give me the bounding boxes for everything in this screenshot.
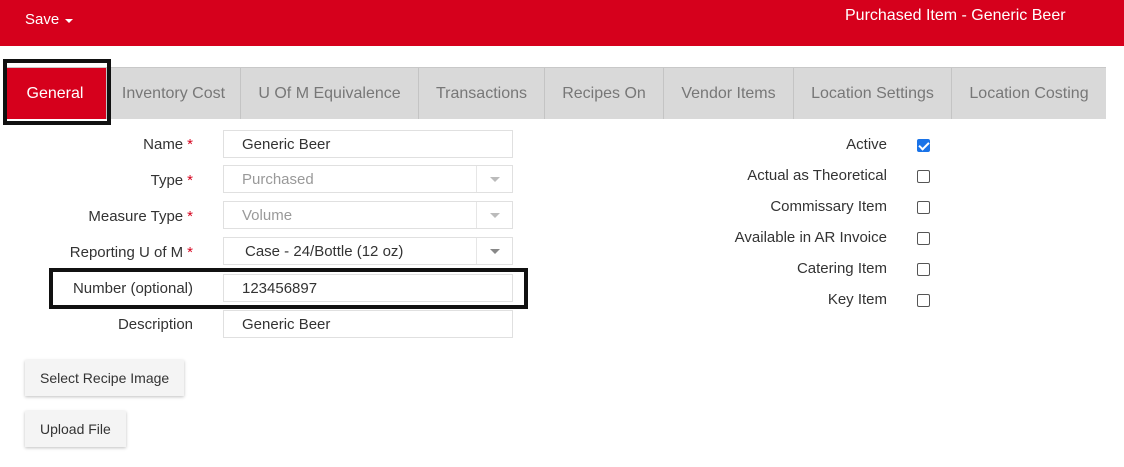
select-recipe-image-button[interactable]: Select Recipe Image xyxy=(25,360,185,396)
dropdown-arrow-icon xyxy=(476,202,512,228)
save-label: Save xyxy=(25,11,60,28)
tab-recipes-on[interactable]: Recipes On xyxy=(545,68,664,119)
description-input[interactable]: Generic Beer xyxy=(223,310,513,338)
name-label: Name * xyxy=(143,136,193,153)
required-marker: * xyxy=(187,172,193,189)
top-bar: Save Purchased Item - Generic Beer xyxy=(0,0,1124,46)
tab-uom-equivalence[interactable]: U Of M Equivalence xyxy=(241,68,419,119)
catering-item-label: Catering Item xyxy=(796,260,887,277)
description-label: Description xyxy=(117,316,193,333)
available-in-ar-invoice-checkbox[interactable] xyxy=(917,232,930,245)
upload-file-button[interactable]: Upload File xyxy=(25,411,126,447)
active-label: Active xyxy=(846,136,887,153)
number-input[interactable]: 123456897 xyxy=(223,274,513,302)
measure-type-select[interactable]: Volume xyxy=(223,201,513,229)
tab-location-settings[interactable]: Location Settings xyxy=(794,68,952,119)
tab-inventory-cost[interactable]: Inventory Cost xyxy=(107,68,241,119)
tab-bar: General Inventory Cost U Of M Equivalenc… xyxy=(4,67,1106,119)
tab-location-costing[interactable]: Location Costing xyxy=(952,68,1106,119)
number-label: Number (optional) xyxy=(72,280,193,297)
type-label: Type * xyxy=(150,172,193,189)
commissary-item-label: Commissary Item xyxy=(770,198,887,215)
tab-transactions[interactable]: Transactions xyxy=(419,68,545,119)
catering-item-checkbox[interactable] xyxy=(917,263,930,276)
measure-type-label: Measure Type * xyxy=(88,208,193,225)
actual-as-theoretical-label: Actual as Theoretical xyxy=(747,167,887,184)
required-marker: * xyxy=(187,208,193,225)
key-item-checkbox[interactable] xyxy=(917,294,930,307)
page-title: Purchased Item - Generic Beer xyxy=(845,7,1066,24)
actual-as-theoretical-checkbox[interactable] xyxy=(917,170,930,183)
reporting-uom-select[interactable]: Case - 24/Bottle (12 oz) xyxy=(223,237,513,265)
caret-down-icon xyxy=(65,18,74,23)
active-checkbox[interactable] xyxy=(917,139,930,152)
dropdown-arrow-icon xyxy=(476,238,512,264)
required-marker: * xyxy=(187,136,193,153)
key-item-label: Key Item xyxy=(827,291,887,308)
save-menu-button[interactable]: Save xyxy=(25,11,74,28)
required-marker: * xyxy=(187,244,193,261)
commissary-item-checkbox[interactable] xyxy=(917,201,930,214)
name-input[interactable]: Generic Beer xyxy=(223,130,513,158)
tab-vendor-items[interactable]: Vendor Items xyxy=(664,68,794,119)
available-in-ar-invoice-label: Available in AR Invoice xyxy=(734,229,887,246)
type-select[interactable]: Purchased xyxy=(223,165,513,193)
tab-general[interactable]: General xyxy=(4,68,107,119)
reporting-uom-label: Reporting U of M * xyxy=(69,244,193,261)
dropdown-arrow-icon xyxy=(476,166,512,192)
